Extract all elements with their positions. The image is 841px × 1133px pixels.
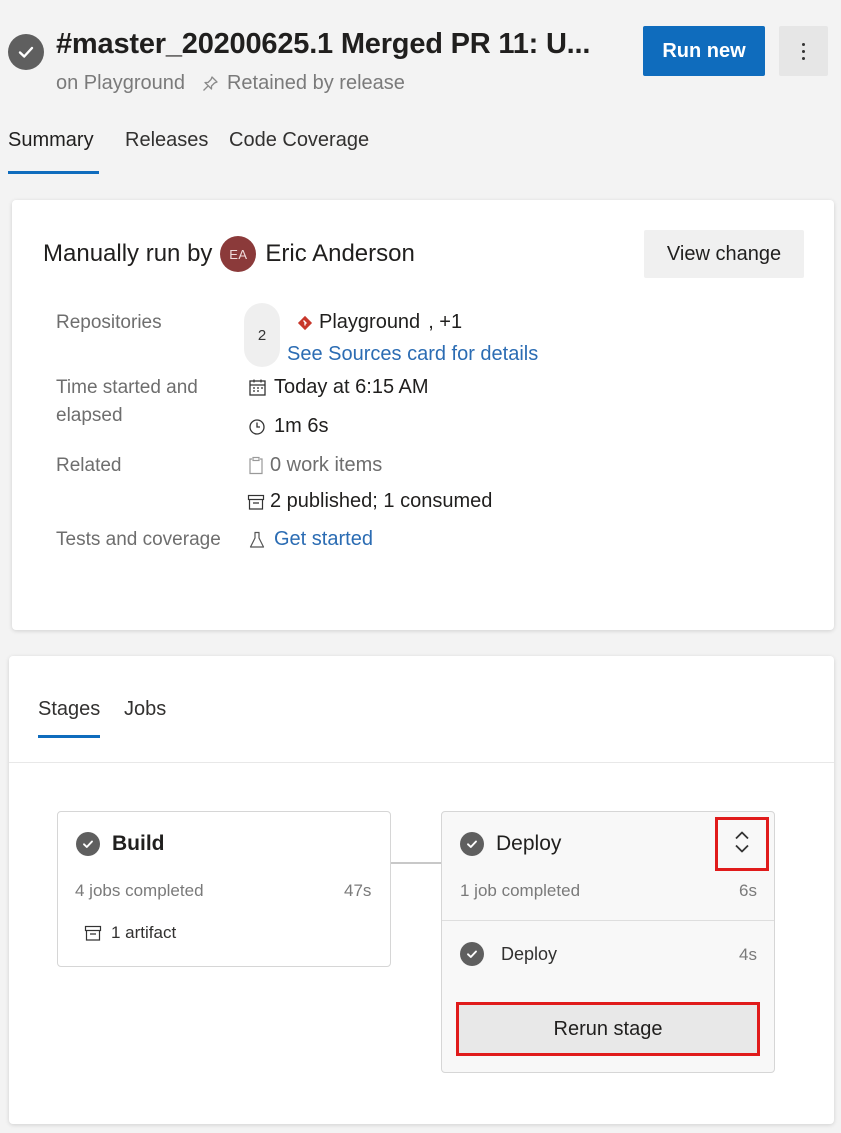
deploy-job-name[interactable]: Deploy [501,944,557,965]
time-label-line1: Time started and [56,377,198,398]
artifact-icon [83,922,103,944]
run-status-check-icon [8,34,44,70]
elapsed-row: 1m 6s [246,415,328,438]
deploy-success-icon [460,832,484,856]
chevron-up-down-icon [734,830,750,859]
view-change-button[interactable]: View change [644,230,804,278]
run-title: #master_20200625.1 Merged PR 11: U... [56,28,591,60]
artifact-icon [246,491,266,513]
repo-row: Playground , +1 [296,311,462,334]
work-items-row: 0 work items [246,454,382,477]
manual-run-info: Manually run by EA Eric Anderson [43,236,415,272]
tab-jobs[interactable]: Jobs [124,698,166,721]
build-artifact-row[interactable]: 1 artifact [83,922,176,944]
run-subtitle: on Playground Retained by release [56,72,405,95]
avatar: EA [220,236,257,272]
build-jobs-completed: 4 jobs completed [75,881,204,900]
calendar-icon [246,377,268,399]
deploy-divider [442,920,774,921]
run-new-button[interactable]: Run new [643,26,765,76]
pin-icon [201,75,219,93]
repo-count-badge[interactable]: 2 [244,303,280,367]
manual-run-label: Manually run by [43,240,213,267]
build-stage-name: Build [112,832,165,855]
user-name: Eric Anderson [265,240,415,267]
repo-extra: , +1 [428,311,463,333]
more-actions-button[interactable] [779,26,828,76]
deploy-job-duration: 4s [739,945,757,964]
sources-card-link[interactable]: See Sources card for details [287,343,538,366]
repo-name-link[interactable]: Playground [319,311,420,334]
get-started-link[interactable]: Get started [274,528,373,551]
more-vertical-icon [802,42,805,60]
work-items-text: 0 work items [270,454,383,476]
started-time: Today at 6:15 AM [274,376,429,398]
build-artifact-text: 1 artifact [111,923,177,942]
clipboard-icon [246,455,266,477]
git-repo-icon [296,312,314,334]
artifacts-row: 2 published; 1 consumed [246,490,492,513]
time-label-line2: elapsed [56,405,123,426]
divider [9,762,834,763]
tab-code-coverage[interactable]: Code Coverage [229,129,369,152]
tab-releases[interactable]: Releases [125,129,208,152]
project-link[interactable]: on Playground [56,72,185,95]
related-label: Related [56,455,122,476]
tests-label: Tests and coverage [56,529,221,550]
elapsed-time: 1m 6s [274,415,329,437]
active-tab-indicator [8,171,99,174]
tab-summary[interactable]: Summary [8,129,94,152]
build-success-icon [76,832,100,856]
repositories-label: Repositories [56,312,162,333]
started-row: Today at 6:15 AM [246,376,429,399]
deploy-duration: 6s [739,881,757,900]
deploy-stage-name: Deploy [496,832,562,855]
deploy-jobs-completed: 1 job completed [460,881,581,900]
active-stage-tab-indicator [38,735,100,738]
expand-collapse-button[interactable] [715,817,769,871]
retention-text: Retained by release [226,72,405,94]
stage-connector [391,862,441,864]
deploy-job-success-icon [460,942,484,966]
rerun-stage-button[interactable]: Rerun stage [456,1002,760,1056]
tab-stages[interactable]: Stages [38,698,100,721]
build-duration: 47s [344,881,372,900]
tests-row: Get started [246,528,373,551]
beaker-icon [246,529,268,551]
clock-icon [246,416,268,438]
artifacts-summary[interactable]: 2 published; 1 consumed [270,490,492,513]
